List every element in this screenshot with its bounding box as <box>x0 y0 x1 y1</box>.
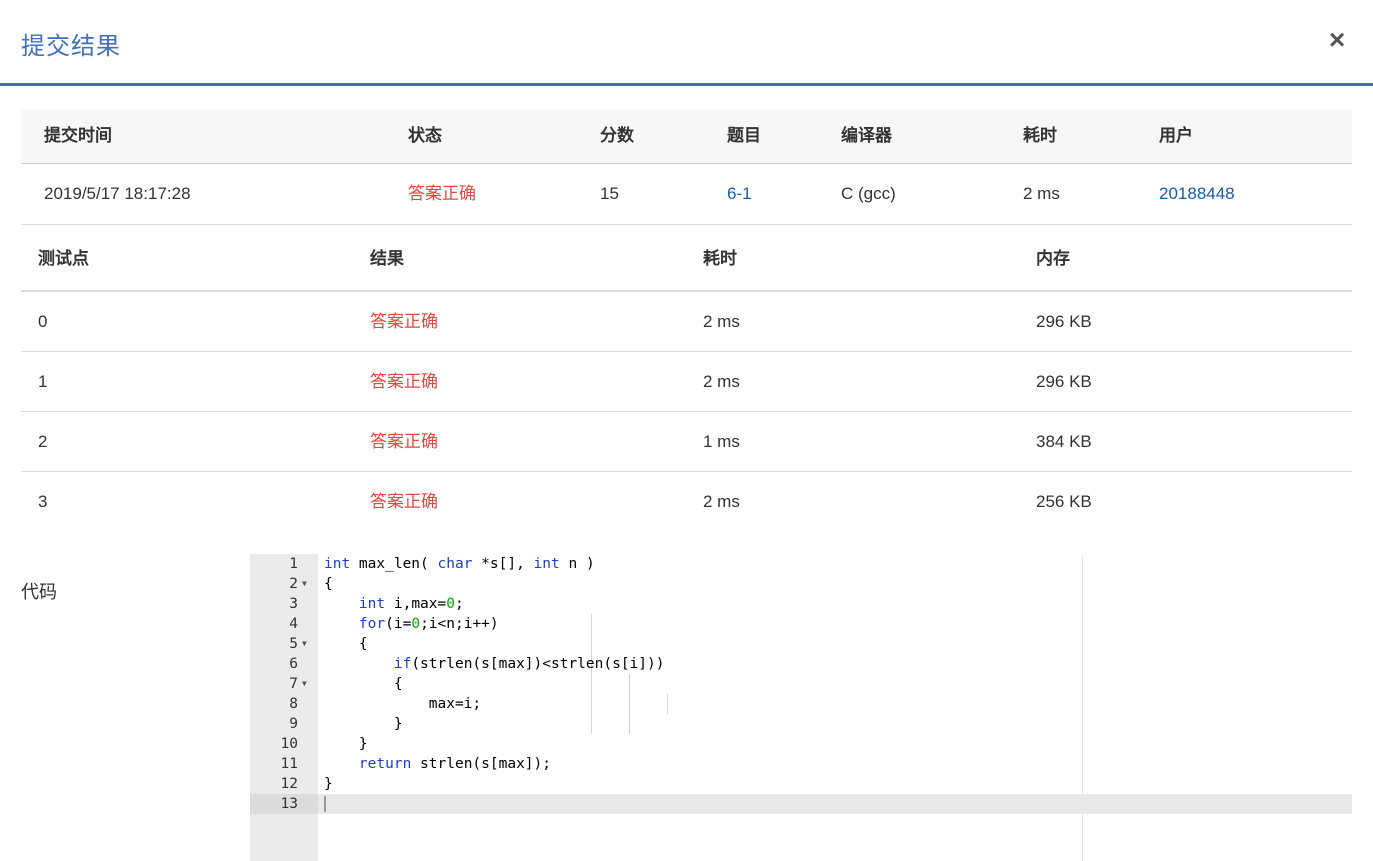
code-text: } <box>324 776 333 792</box>
code-text: { <box>324 636 368 652</box>
code-line[interactable]: 1 int max_len( char *s[], int n ) <box>250 554 1352 574</box>
code-line[interactable]: 5 ▼ { <box>250 634 1352 654</box>
code-text: max=i; <box>324 696 482 712</box>
code-line[interactable]: 2 ▼ { <box>250 574 1352 594</box>
score-value: 15 <box>600 184 619 203</box>
code-line[interactable]: 10 } <box>250 734 1352 754</box>
code-text: int max_len( char *s[], int n ) <box>324 556 595 572</box>
code-text: int i,max=0; <box>358 596 464 612</box>
compiler-value: C (gcc) <box>841 184 896 203</box>
testcase-result: 答案正确 <box>370 312 438 331</box>
dialog-header: 提交结果 × <box>0 0 1373 86</box>
line-number: 6 <box>289 656 298 672</box>
header-time: 耗时 <box>703 249 737 268</box>
table-row: 0 答案正确 2 ms 296 KB <box>21 292 1352 352</box>
table-row: 1 答案正确 2 ms 296 KB <box>21 352 1352 412</box>
code-text: } <box>324 716 403 732</box>
line-number: 5 <box>289 636 298 652</box>
code-line[interactable]: 13 <box>250 794 1352 814</box>
testcase-result: 答案正确 <box>370 492 438 511</box>
testcase-time: 1 ms <box>703 432 740 451</box>
header-duration: 耗时 <box>1023 126 1057 145</box>
header-problem: 题目 <box>727 126 761 145</box>
header-user: 用户 <box>1159 126 1193 145</box>
fold-arrow-icon[interactable]: ▼ <box>302 674 307 694</box>
testcase-memory: 296 KB <box>1036 312 1092 331</box>
testcase-time: 2 ms <box>703 372 740 391</box>
testcase-id: 0 <box>38 312 48 331</box>
header-status: 状态 <box>408 126 442 145</box>
code-line[interactable]: 6 if(strlen(s[max])<strlen(s[i])) <box>250 654 1352 674</box>
header-compiler: 编译器 <box>841 126 892 145</box>
line-number: 2 <box>289 576 298 592</box>
dialog-title: 提交结果 <box>21 33 121 60</box>
code-text: } <box>324 736 368 752</box>
close-icon[interactable]: × <box>1323 24 1351 56</box>
line-number: 10 <box>280 736 298 752</box>
testcase-time: 2 ms <box>703 312 740 331</box>
summary-row: 2019/5/17 18:17:28 答案正确 15 6-1 C (gcc) 2… <box>21 164 1352 225</box>
code-line[interactable]: 9 } <box>250 714 1352 734</box>
testcase-result: 答案正确 <box>370 432 438 451</box>
duration-value: 2 ms <box>1023 184 1060 203</box>
submit-time: 2019/5/17 18:17:28 <box>44 184 191 203</box>
table-row: 3 答案正确 2 ms 256 KB <box>21 472 1352 531</box>
code-text: { <box>324 576 333 592</box>
code-line[interactable]: 3 int i,max=0; <box>250 594 1352 614</box>
code-text: { <box>324 676 403 692</box>
code-label: 代码 <box>21 582 57 602</box>
code-editor[interactable]: 1 int max_len( char *s[], int n ) 2 ▼{3 int… <box>250 554 1352 861</box>
line-number: 12 <box>280 776 298 792</box>
code-line[interactable]: 4 for(i=0;i<n;i++) <box>250 614 1352 634</box>
code-line[interactable]: 7 ▼ { <box>250 674 1352 694</box>
code-text: return strlen(s[max]); <box>358 756 551 772</box>
code-line[interactable]: 8 max=i; <box>250 694 1352 714</box>
line-number: 3 <box>289 596 298 612</box>
line-number: 11 <box>280 756 298 772</box>
submission-summary-table: 提交时间 状态 分数 题目 编译器 耗时 用户 2019/5/17 18:17:… <box>21 109 1352 225</box>
header-testcase: 测试点 <box>38 249 89 268</box>
status-badge: 答案正确 <box>408 184 476 203</box>
line-number: 4 <box>289 616 298 632</box>
testcase-id: 2 <box>38 432 48 451</box>
code-line[interactable]: 12} <box>250 774 1352 794</box>
code-text: for(i=0;i<n;i++) <box>358 616 499 632</box>
line-number: 1 <box>289 556 298 572</box>
line-number: 13 <box>280 796 298 812</box>
summary-header-row: 提交时间 状态 分数 题目 编译器 耗时 用户 <box>21 109 1352 164</box>
header-submit-time: 提交时间 <box>44 126 112 145</box>
line-number: 8 <box>289 696 298 712</box>
testcase-memory: 296 KB <box>1036 372 1092 391</box>
fold-arrow-icon[interactable]: ▼ <box>302 574 307 594</box>
table-row: 2 答案正确 1 ms 384 KB <box>21 412 1352 472</box>
fold-arrow-icon[interactable]: ▼ <box>302 634 307 654</box>
header-score: 分数 <box>600 126 634 145</box>
header-memory: 内存 <box>1036 249 1070 268</box>
text-cursor <box>324 796 326 812</box>
testcase-result: 答案正确 <box>370 372 438 391</box>
problem-link[interactable]: 6-1 <box>727 164 752 224</box>
testcase-time: 2 ms <box>703 492 740 511</box>
testcase-id: 1 <box>38 372 48 391</box>
testcase-memory: 384 KB <box>1036 432 1092 451</box>
line-number: 9 <box>289 716 298 732</box>
testcase-id: 3 <box>38 492 48 511</box>
user-link[interactable]: 20188448 <box>1159 164 1235 224</box>
testcase-memory: 256 KB <box>1036 492 1092 511</box>
code-text: if(strlen(s[max])<strlen(s[i])) <box>393 656 665 672</box>
line-number: 7 <box>289 676 298 692</box>
testcase-table: 测试点 结果 耗时 内存 0 答案正确 2 ms 296 KB 1 答案正确 2… <box>21 226 1352 531</box>
code-line[interactable]: 11 return strlen(s[max]); <box>250 754 1352 774</box>
header-result: 结果 <box>370 249 404 268</box>
testcase-header-row: 测试点 结果 耗时 内存 <box>21 226 1352 292</box>
